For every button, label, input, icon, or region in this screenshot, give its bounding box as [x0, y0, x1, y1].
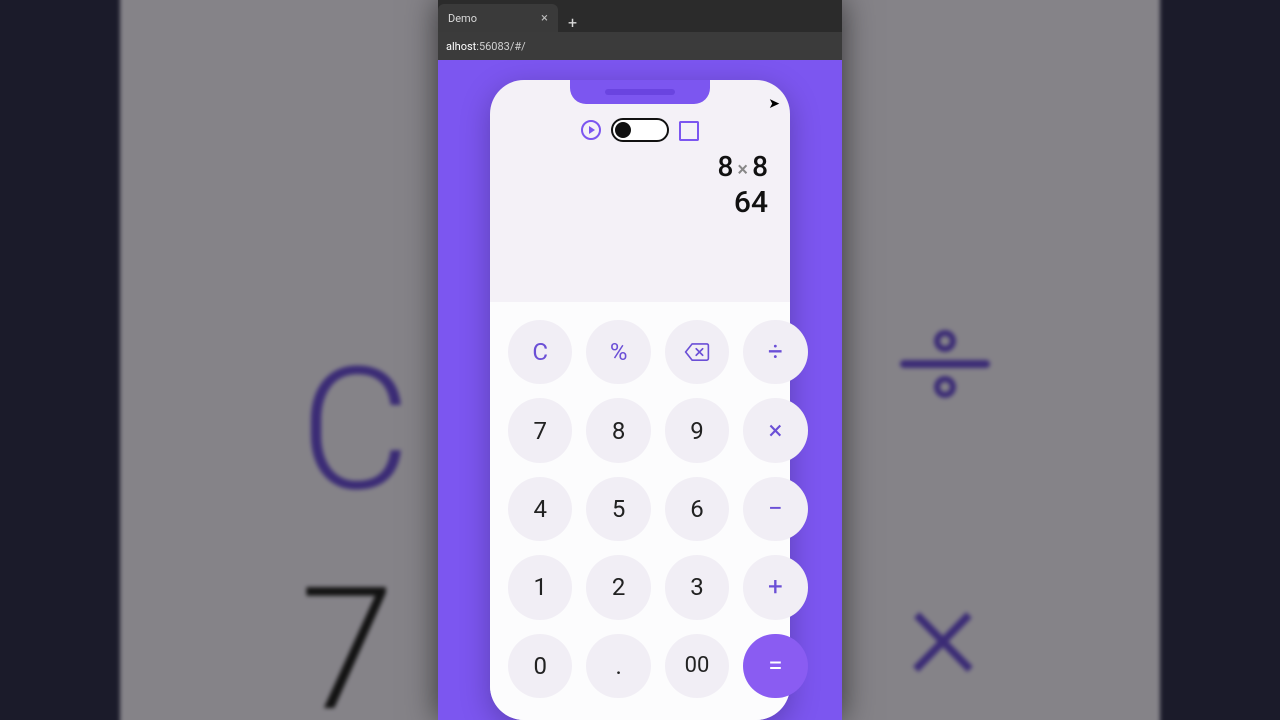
key-clear[interactable]: C: [508, 320, 572, 384]
top-controls: [490, 118, 790, 142]
app-surface: ➤ 8 × 8 64 C %: [438, 60, 842, 720]
key-4[interactable]: 4: [508, 477, 572, 541]
key-00[interactable]: 00: [665, 634, 729, 698]
key-dot[interactable]: .: [586, 634, 650, 698]
mouse-cursor-icon: ➤: [768, 96, 780, 112]
key-1[interactable]: 1: [508, 555, 572, 619]
browser-tab[interactable]: Demo ×: [438, 4, 558, 32]
app-window: Demo × + alhost:56083/#/ ➤: [438, 0, 842, 720]
url-host: alhost: [446, 40, 476, 53]
key-minus[interactable]: −: [743, 477, 807, 541]
key-percent[interactable]: %: [586, 320, 650, 384]
result: 64: [512, 185, 768, 220]
backspace-icon: [684, 342, 710, 362]
key-5[interactable]: 5: [586, 477, 650, 541]
expr-lhs: 8: [718, 150, 734, 183]
history-icon[interactable]: [679, 121, 699, 139]
phone-notch: [570, 80, 710, 104]
bg-seven-label: 7: [300, 550, 394, 720]
key-9[interactable]: 9: [665, 398, 729, 462]
url-path: :56083/#/: [476, 40, 525, 53]
browser-tabbar: Demo × +: [438, 0, 842, 32]
expr-rhs: 8: [752, 150, 768, 183]
notch-bar: [605, 89, 675, 95]
bg-clear-label: C: [300, 330, 410, 530]
tab-title: Demo: [448, 12, 477, 25]
play-icon[interactable]: [581, 120, 601, 140]
key-equals[interactable]: =: [743, 634, 807, 698]
theme-toggle[interactable]: [611, 118, 669, 142]
keypad: C % ÷ 7 8 9 × 4 5 6 −: [490, 302, 790, 720]
calculator-display: 8 × 8 64: [490, 142, 790, 302]
key-0[interactable]: 0: [508, 634, 572, 698]
key-6[interactable]: 6: [665, 477, 729, 541]
key-8[interactable]: 8: [586, 398, 650, 462]
expr-op: ×: [735, 157, 750, 181]
bg-multiply-label: ×: [907, 550, 980, 714]
expression: 8 × 8: [512, 150, 768, 183]
browser-address-bar[interactable]: alhost:56083/#/: [438, 32, 842, 60]
new-tab-button[interactable]: +: [558, 13, 587, 32]
close-icon[interactable]: ×: [541, 11, 548, 26]
key-2[interactable]: 2: [586, 555, 650, 619]
toggle-knob: [615, 122, 631, 138]
key-multiply[interactable]: ×: [743, 398, 807, 462]
phone-mockup: ➤ 8 × 8 64 C %: [490, 80, 790, 720]
bg-divide-icon: [900, 330, 990, 398]
key-divide[interactable]: ÷: [743, 320, 807, 384]
key-plus[interactable]: +: [743, 555, 807, 619]
key-3[interactable]: 3: [665, 555, 729, 619]
key-backspace[interactable]: [665, 320, 729, 384]
key-7[interactable]: 7: [508, 398, 572, 462]
